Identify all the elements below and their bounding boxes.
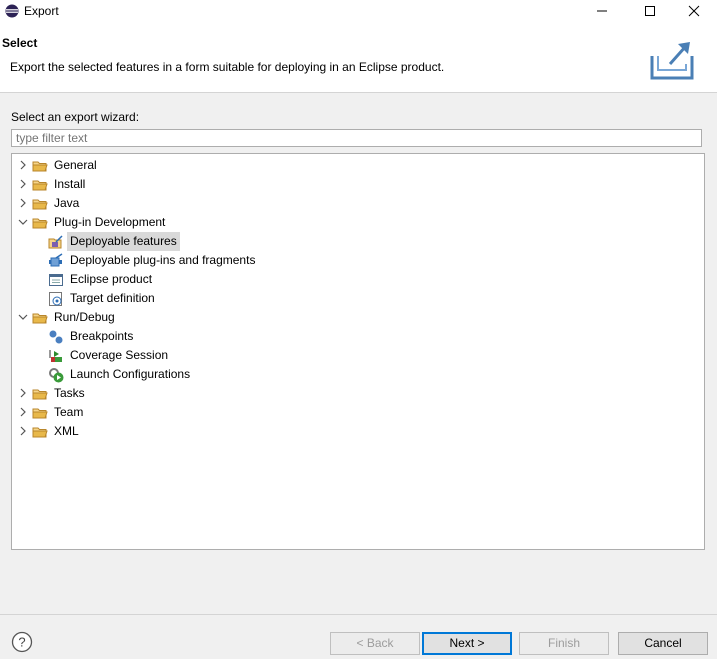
export-wizard-icon [650, 42, 694, 80]
maximize-icon [645, 6, 655, 16]
svg-text:?: ? [18, 635, 25, 650]
tree-item-label: Deployable features [67, 232, 180, 251]
minimize-icon [597, 10, 607, 12]
target-icon [49, 292, 62, 306]
page-title: Select [2, 36, 38, 50]
chevron-down-icon[interactable] [18, 312, 28, 322]
minimize-button[interactable] [579, 0, 625, 22]
filter-input[interactable] [11, 129, 702, 147]
next-button[interactable]: Next > [422, 632, 512, 655]
feature-export-icon [48, 235, 63, 249]
launch-config-icon [49, 368, 64, 383]
cancel-button[interactable]: Cancel [618, 632, 708, 655]
chevron-right-icon[interactable] [18, 407, 28, 417]
folder-icon [32, 180, 48, 191]
close-icon [688, 5, 700, 17]
tree-item-label: Tasks [54, 386, 85, 400]
coverage-icon [49, 350, 62, 362]
tree-item-label: Launch Configurations [70, 367, 191, 381]
tree-item-label: General [54, 158, 97, 172]
maximize-button[interactable] [627, 0, 673, 22]
tree-item-label: Plug-in Development [54, 215, 166, 229]
chevron-down-icon[interactable] [18, 217, 28, 227]
tree-item-label: Target definition [70, 291, 155, 305]
folder-open-icon [32, 218, 48, 229]
back-button[interactable]: < Back [330, 632, 420, 655]
chevron-right-icon[interactable] [18, 198, 28, 208]
button-bar-separator [0, 614, 717, 615]
folder-icon [32, 389, 48, 400]
chevron-right-icon[interactable] [18, 388, 28, 398]
tree-item-label: Deployable plug-ins and fragments [70, 253, 256, 267]
help-icon[interactable]: ? [11, 631, 33, 653]
finish-button[interactable]: Finish [519, 632, 609, 655]
page-description: Export the selected features in a form s… [10, 60, 445, 74]
wizard-label: Select an export wizard: [11, 110, 140, 124]
eclipse-app-icon [5, 4, 19, 18]
tree-item-label: Install [54, 177, 86, 191]
breakpoints-icon [49, 330, 63, 344]
folder-icon [32, 408, 48, 419]
tree-item-label: Run/Debug [54, 310, 115, 324]
plugin-export-icon [49, 253, 63, 267]
tree-item-label: Coverage Session [70, 348, 169, 362]
product-icon [49, 274, 63, 286]
wizard-header: Select Export the selected features in a… [0, 22, 717, 93]
folder-icon [32, 199, 48, 210]
tree-item-label: XML [54, 424, 79, 438]
tree-item-label: Java [54, 196, 80, 210]
folder-icon [32, 427, 48, 438]
tree-item-label: Team [54, 405, 84, 419]
folder-open-icon [32, 313, 48, 324]
tree-item-label: Eclipse product [70, 272, 153, 286]
title-bar: Export [0, 0, 717, 22]
chevron-right-icon[interactable] [18, 179, 28, 189]
window-title: Export [24, 4, 59, 18]
wizard-tree[interactable]: General Install Java Plug-in Development… [11, 153, 705, 550]
chevron-right-icon[interactable] [18, 426, 28, 436]
close-button[interactable] [671, 0, 717, 22]
folder-icon [32, 161, 48, 172]
chevron-right-icon[interactable] [18, 160, 28, 170]
tree-item-label: Breakpoints [70, 329, 134, 343]
